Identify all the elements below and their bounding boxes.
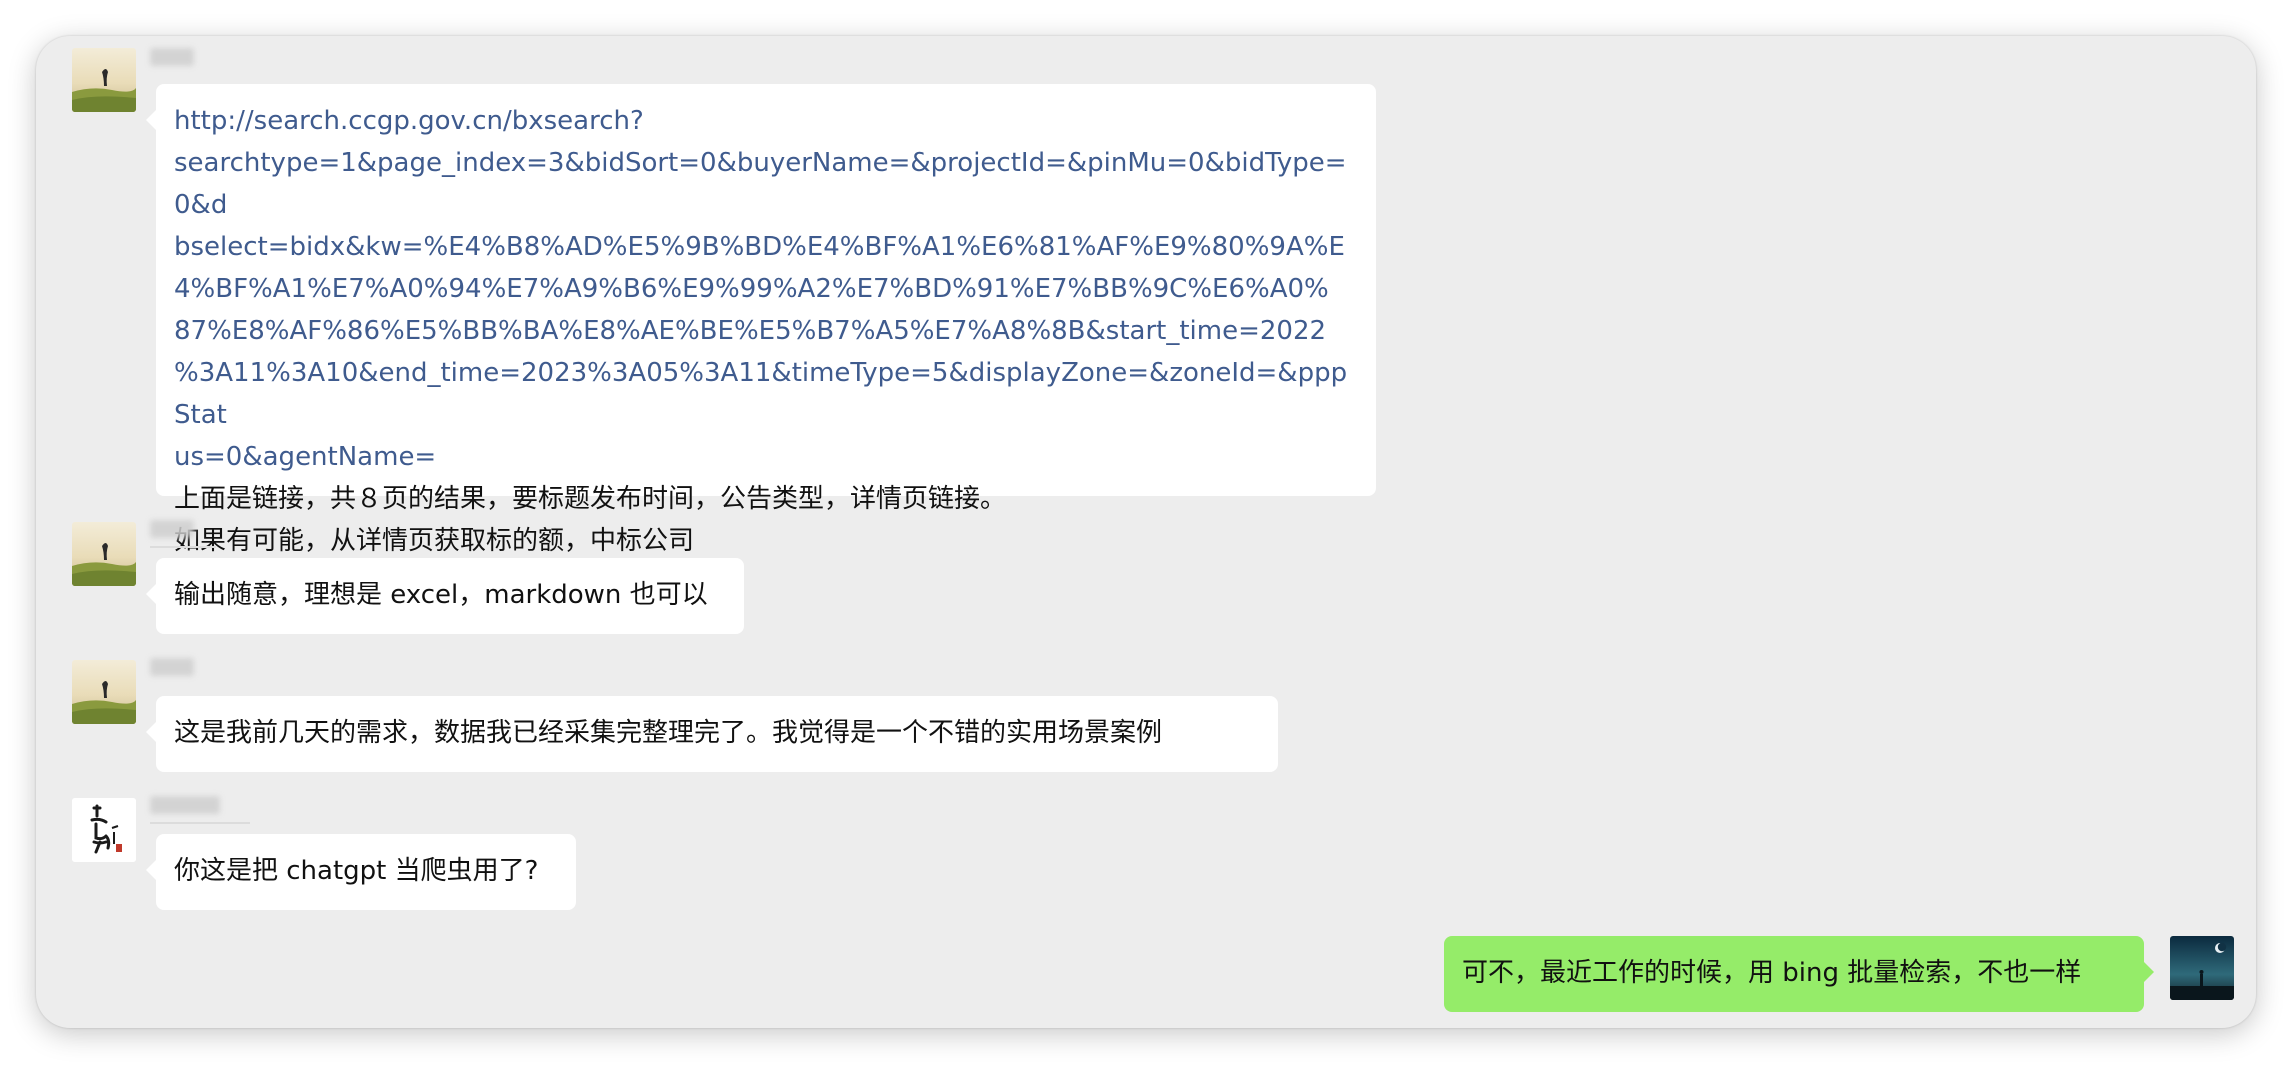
sender-name [150, 658, 194, 676]
sender-name-underline [150, 822, 250, 824]
avatar-landscape-image [72, 522, 136, 586]
my-message-bubble[interactable]: 可不，最近工作的时候，用 bing 批量检索，不也一样 [1444, 936, 2154, 1012]
link-line: 87%E8%AF%86%E5%BB%BA%E8%AE%BE%E5%B7%A5%E… [174, 316, 1327, 346]
sender-name [150, 48, 194, 66]
message-text-line: 如果有可能，从详情页获取标的额，中标公司 [174, 526, 695, 556]
link-line: 4%BF%A1%E7%A0%94%E7%A9%B6%E9%99%A2%E7%BD… [174, 274, 1329, 304]
sender-name [150, 520, 194, 538]
sender-name-underline [150, 546, 216, 548]
message-text: 输出随意，理想是 excel，markdown 也可以 [174, 580, 708, 610]
avatar-landscape[interactable] [72, 522, 136, 586]
avatar-calligraphy[interactable] [72, 798, 136, 862]
link-line: http://search.ccgp.gov.cn/bxsearch? [174, 106, 644, 136]
message-text: 可不，最近工作的时候，用 bing 批量检索，不也一样 [1462, 958, 2082, 988]
avatar-calligraphy-image [72, 798, 136, 862]
link-line: searchtype=1&page_index=3&bidSort=0&buye… [174, 148, 1347, 220]
link-line: %3A11%3A10&end_time=2023%3A05%3A11&timeT… [174, 358, 1348, 430]
message-bubble[interactable]: 这是我前几天的需求，数据我已经采集完整理完了。我觉得是一个不错的实用场景案例 [146, 696, 1278, 772]
link-line: bselect=bidx&kw=%E4%B8%AD%E5%9B%BD%E4%BF… [174, 232, 1345, 262]
message-link[interactable]: http://search.ccgp.gov.cn/bxsearch? sear… [174, 100, 1358, 478]
message-text: 你这是把 chatgpt 当爬虫用了? [174, 856, 539, 886]
avatar-landscape-image [72, 660, 136, 724]
message-text-line: 上面是链接，共８页的结果，要标题发布时间，公告类型，详情页链接。 [174, 484, 1007, 514]
avatar-landscape[interactable] [72, 660, 136, 724]
message-bubble[interactable]: 输出随意，理想是 excel，markdown 也可以 [146, 558, 744, 634]
message-text: 这是我前几天的需求，数据我已经采集完整理完了。我觉得是一个不错的实用场景案例 [174, 718, 1163, 748]
sender-name [150, 796, 220, 814]
chat-window: http://search.ccgp.gov.cn/bxsearch? sear… [36, 36, 2256, 1028]
avatar-night-sky[interactable] [2170, 936, 2234, 1000]
message-bubble[interactable]: http://search.ccgp.gov.cn/bxsearch? sear… [146, 84, 1376, 556]
avatar-landscape-image [72, 48, 136, 112]
avatar-night-sky-image [2170, 936, 2234, 1000]
message-bubble[interactable]: 你这是把 chatgpt 当爬虫用了? [146, 834, 576, 910]
link-line: us=0&agentName= [174, 442, 437, 472]
avatar-landscape[interactable] [72, 48, 136, 112]
